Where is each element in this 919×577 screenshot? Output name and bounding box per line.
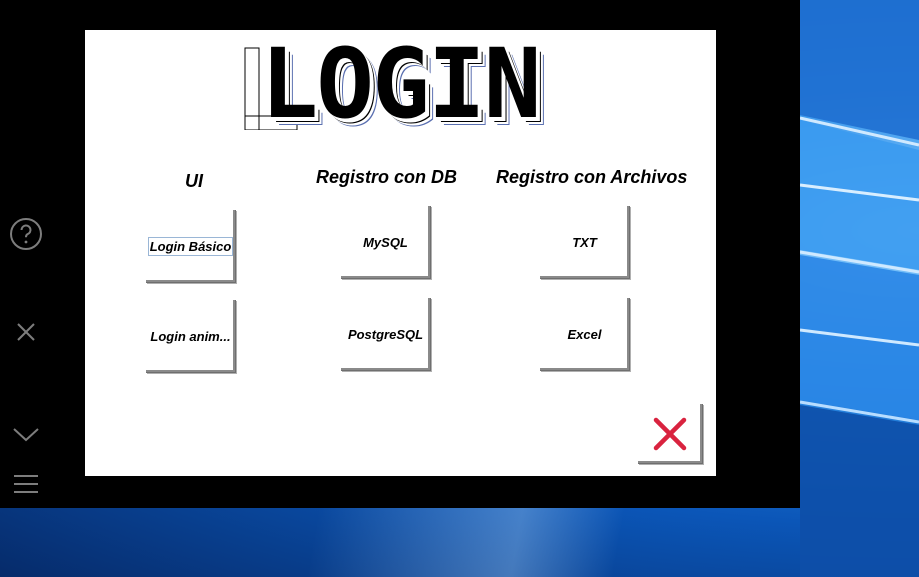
- mysql-button[interactable]: MySQL: [341, 206, 431, 279]
- close-icon[interactable]: [8, 314, 44, 350]
- postgresql-button[interactable]: PostgreSQL: [341, 298, 431, 371]
- login-basic-button[interactable]: Login Básico: [146, 210, 236, 283]
- excel-label: Excel: [567, 326, 602, 342]
- help-icon[interactable]: [8, 216, 44, 252]
- menu-icon[interactable]: [8, 466, 44, 502]
- login-panel: LOGIN UI Registro con DB Registro con Ar…: [85, 30, 716, 476]
- column-heading-files: Registro con Archivos: [496, 167, 688, 187]
- close-x-icon: [653, 417, 687, 450]
- excel-button[interactable]: Excel: [540, 298, 630, 371]
- title-text: LOGIN: [260, 28, 542, 140]
- login-basic-label: Login Básico: [147, 236, 234, 256]
- app-window: LOGIN UI Registro con DB Registro con Ar…: [0, 0, 800, 508]
- login-animated-button[interactable]: Login anim...: [146, 300, 236, 373]
- column-heading-ui: UI: [185, 171, 203, 191]
- postgresql-label: PostgreSQL: [347, 326, 424, 342]
- column-heading-db: Registro con DB: [316, 167, 458, 187]
- txt-label: TXT: [572, 234, 597, 250]
- chevron-down-icon[interactable]: [8, 416, 44, 452]
- exit-button[interactable]: [638, 404, 703, 464]
- login-title: LOGIN: [240, 28, 560, 140]
- login-animated-label: Login anim...: [150, 328, 231, 344]
- mysql-label: MySQL: [363, 234, 408, 250]
- txt-button[interactable]: TXT: [540, 206, 630, 279]
